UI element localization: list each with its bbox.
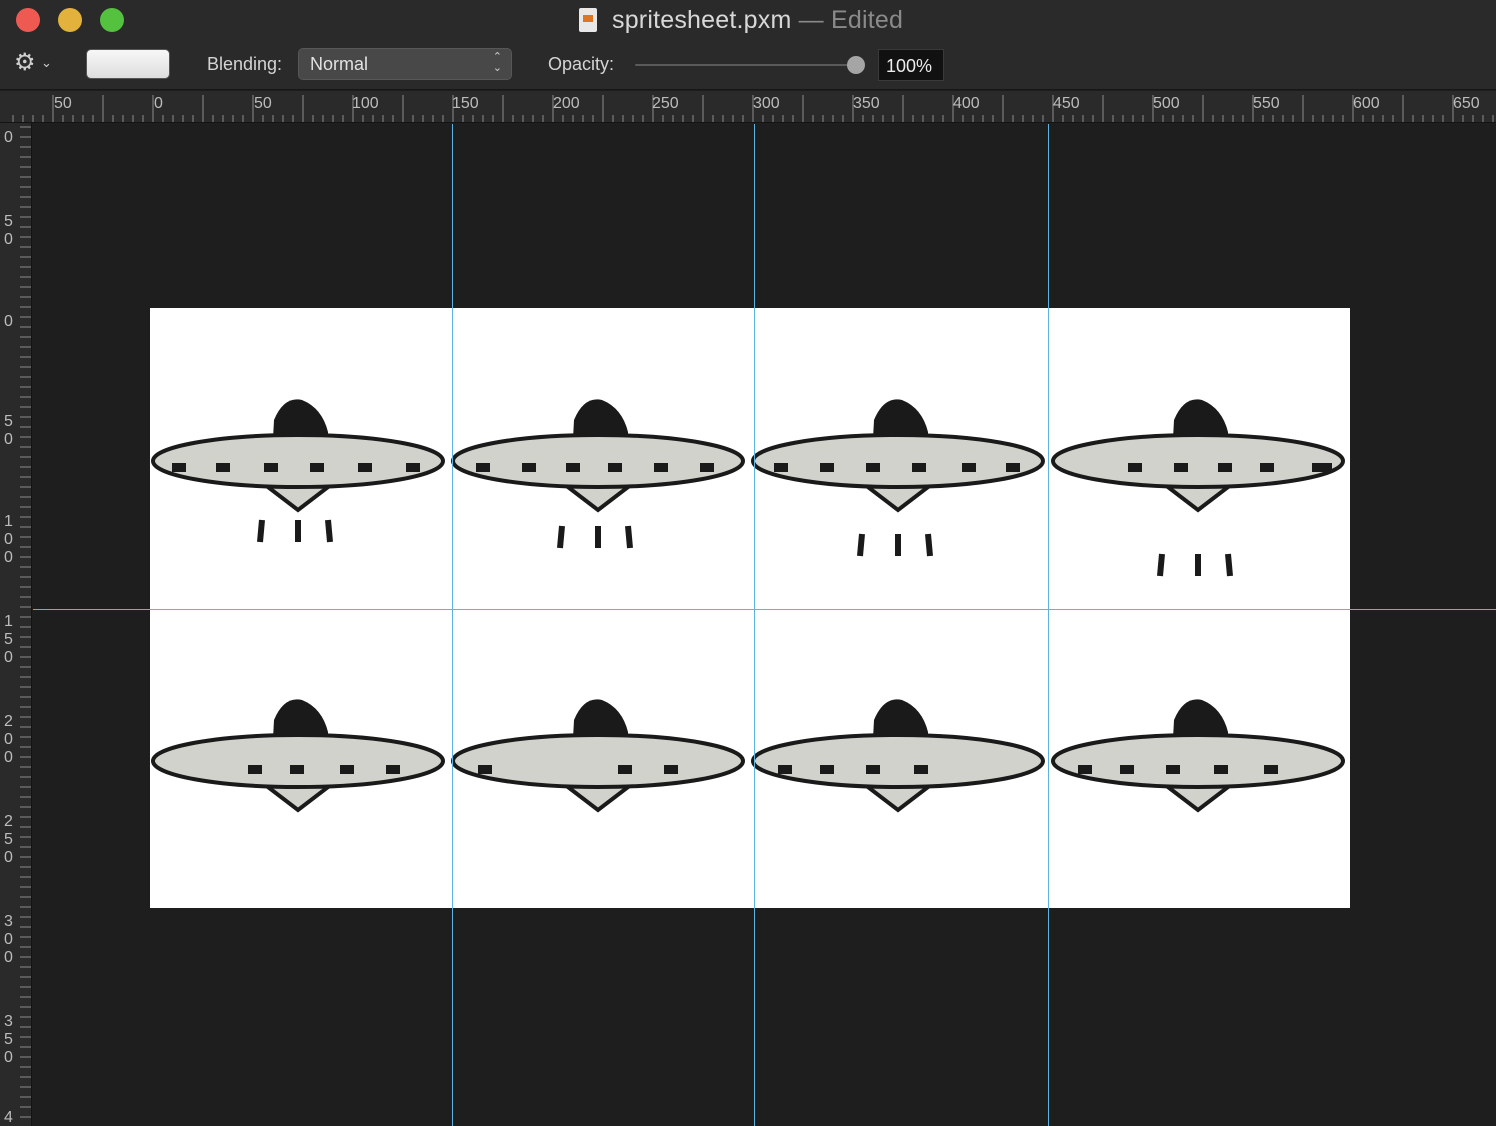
ruler-label: 350 <box>853 95 880 112</box>
ufo-icon <box>751 699 1045 813</box>
ufo-sprite-frame <box>1050 308 1350 608</box>
document-icon <box>579 8 597 32</box>
ufo-icon <box>751 399 1045 557</box>
ruler-label: 200 <box>553 95 580 112</box>
ruler-label: 200 <box>4 713 13 766</box>
close-window-button[interactable] <box>16 8 40 32</box>
ruler-label: 400 <box>953 95 980 112</box>
opacity-value: 100% <box>886 56 933 76</box>
ruler-label: 300 <box>753 95 780 112</box>
file-name: spritesheet.pxm <box>612 6 792 34</box>
opacity-slider-track[interactable] <box>635 64 857 66</box>
ruler-label: 50 <box>254 95 272 112</box>
ufo-icon <box>151 699 445 813</box>
ufo-sprite-frame <box>750 608 1050 908</box>
ruler-label: 0 <box>4 129 13 146</box>
ruler-label: 50 <box>4 213 13 248</box>
minimize-window-button[interactable] <box>58 8 82 32</box>
ruler-label: 250 <box>652 95 679 112</box>
window-title: spritesheet.pxm — Edited <box>612 6 903 35</box>
opacity-label: Opacity: <box>548 54 615 74</box>
ruler-label: 300 <box>4 913 13 966</box>
ruler-label: 150 <box>4 613 13 666</box>
ruler-label: 250 <box>4 813 13 866</box>
ufo-sprite-frame <box>450 308 750 608</box>
vertical-guide[interactable] <box>754 124 755 1126</box>
ufo-sprite-frame <box>450 608 750 908</box>
ruler-label: 4 <box>4 1109 13 1126</box>
ufo-sprite-frame <box>1050 608 1350 908</box>
ruler-label: 100 <box>4 513 13 566</box>
ufo-icon <box>1051 699 1345 813</box>
ruler-label: 50 <box>4 413 13 448</box>
title-bar: spritesheet.pxm — Edited <box>0 0 1496 40</box>
vertical-guide[interactable] <box>452 124 453 1126</box>
sprite-sheet-image[interactable] <box>150 308 1350 908</box>
layer-style-swatch[interactable] <box>86 49 170 79</box>
blending-label: Blending: <box>207 54 283 74</box>
ufo-sprite-frame <box>150 308 450 608</box>
ruler-label: 650 <box>1453 95 1480 112</box>
gear-icon[interactable]: ⚙ <box>14 51 36 75</box>
ruler-label: 450 <box>1053 95 1080 112</box>
ufo-sprite-frame <box>750 308 1050 608</box>
ruler-label: 100 <box>352 95 379 112</box>
ruler-label: 350 <box>4 1013 13 1066</box>
opacity-field[interactable]: 100% <box>878 49 944 81</box>
blending-select[interactable]: Normal ⌃ ⌄ <box>298 48 512 80</box>
ufo-icon <box>451 399 745 549</box>
ruler-label: 0 <box>4 313 13 330</box>
layer-toolbar: ⚙ ⌄ Blending: Normal ⌃ ⌄ Opacity: 100% <box>0 40 1496 90</box>
title-separator: — <box>798 6 824 34</box>
canvas-area[interactable] <box>33 124 1496 1126</box>
ruler-label: 50 <box>54 95 72 112</box>
edit-status: Edited <box>830 6 904 34</box>
ruler-label: 0 <box>154 95 163 112</box>
ufo-icon <box>451 699 745 813</box>
ruler-label: 500 <box>1153 95 1180 112</box>
updown-arrows-icon: ⌃ ⌄ <box>492 51 502 74</box>
vertical-ruler: 0 50 0 50 100 150 200 250 300 350 4 <box>0 123 32 1126</box>
opacity-slider-knob[interactable] <box>847 56 865 74</box>
ruler-label: 150 <box>452 95 479 112</box>
vertical-guide[interactable] <box>1048 124 1049 1126</box>
chevron-down-icon[interactable]: ⌄ <box>41 55 52 71</box>
ufo-sprite-frame <box>150 608 450 908</box>
horizontal-ruler: 50 0 50 100 150 200 250 300 350 400 450 … <box>0 91 1496 123</box>
ruler-label: 550 <box>1253 95 1280 112</box>
ufo-icon <box>151 399 445 543</box>
ruler-label: 600 <box>1353 95 1380 112</box>
blending-value: Normal <box>310 54 369 74</box>
horizontal-guide[interactable] <box>33 609 1496 610</box>
zoom-window-button[interactable] <box>100 8 124 32</box>
ufo-icon <box>1051 399 1345 577</box>
